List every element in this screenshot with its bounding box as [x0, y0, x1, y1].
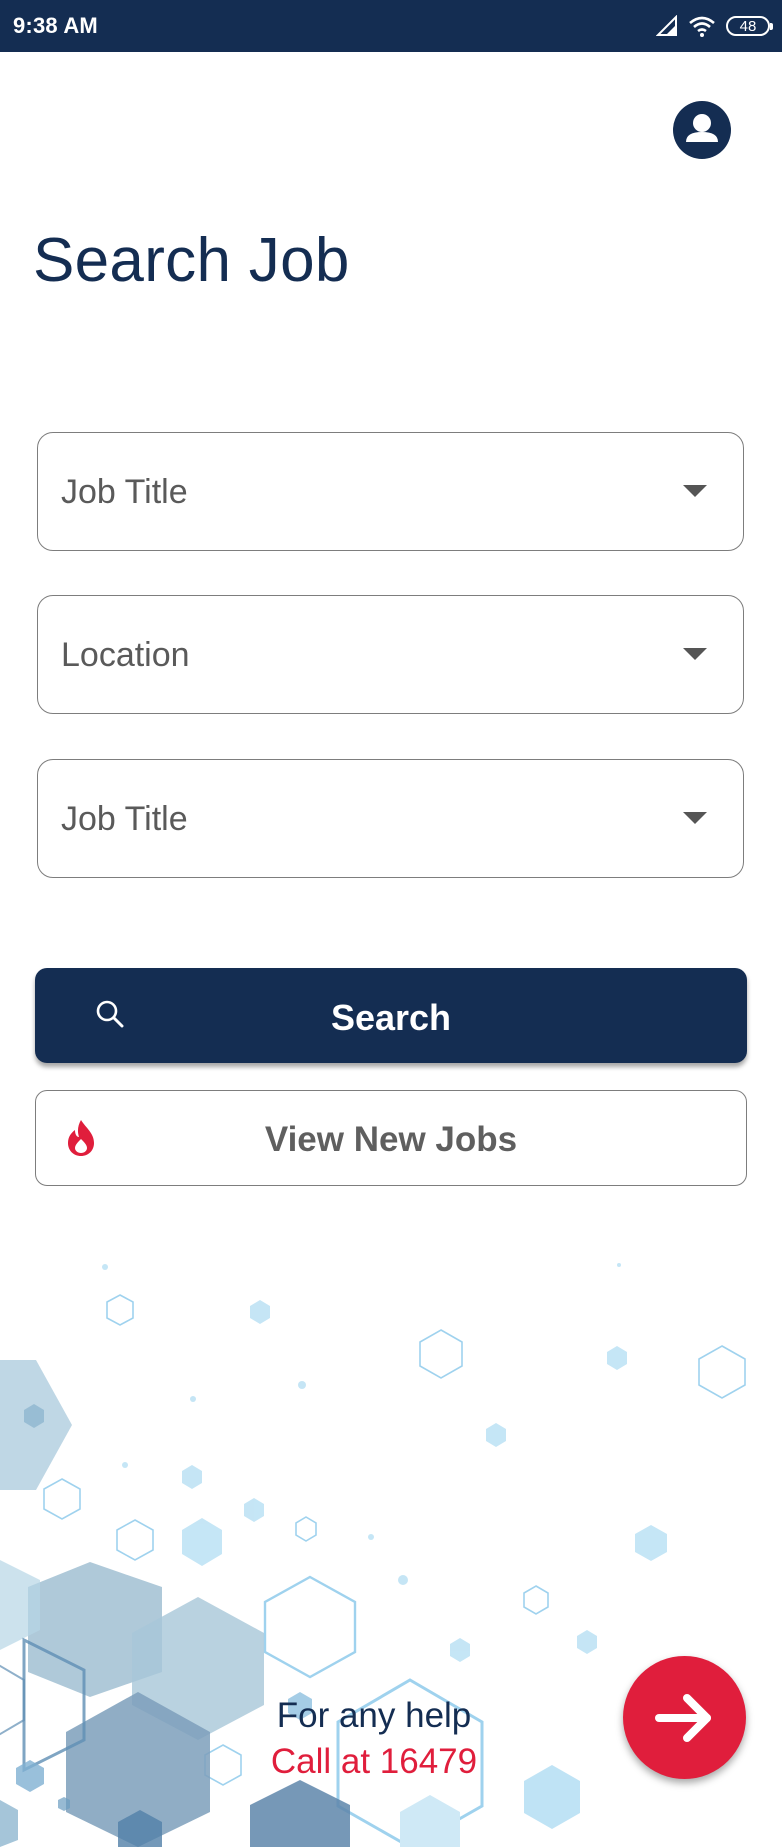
- search-button-label: Search: [330, 997, 452, 1038]
- dropdown-label: Job Title: [61, 473, 188, 511]
- search-button[interactable]: Search: [35, 968, 747, 1063]
- wifi-icon: [689, 16, 715, 37]
- caret-down-icon: [683, 812, 707, 824]
- arrow-right-icon: [655, 1694, 711, 1742]
- help-text: For any help: [276, 1696, 472, 1735]
- caret-down-icon: [683, 648, 707, 660]
- location-dropdown[interactable]: Location: [37, 595, 744, 714]
- view-new-jobs-label: View New Jobs: [264, 1120, 518, 1159]
- status-bar: 9:38 AM 48: [0, 0, 782, 52]
- next-fab-button[interactable]: [623, 1656, 746, 1779]
- page-title: Search Job: [33, 226, 350, 295]
- profile-button[interactable]: [673, 101, 731, 159]
- dropdown-label: Location: [61, 636, 190, 674]
- view-new-jobs-button[interactable]: View New Jobs: [35, 1090, 747, 1186]
- user-account-icon: [686, 114, 718, 142]
- status-icons: 48: [656, 10, 773, 42]
- caret-down-icon: [683, 485, 707, 497]
- battery-icon: 48: [726, 16, 773, 36]
- help-contact: For any help Call at 16479: [224, 1696, 524, 1782]
- cellular-signal-icon: [656, 15, 677, 36]
- help-phone-link[interactable]: Call at 16479: [224, 1742, 524, 1782]
- dropdown-label: Job Title: [61, 800, 188, 838]
- status-time: 9:38 AM: [13, 13, 98, 38]
- battery-level: 48: [739, 17, 757, 35]
- job-title-dropdown[interactable]: Job Title: [37, 432, 744, 551]
- job-title-dropdown-secondary[interactable]: Job Title: [37, 759, 744, 878]
